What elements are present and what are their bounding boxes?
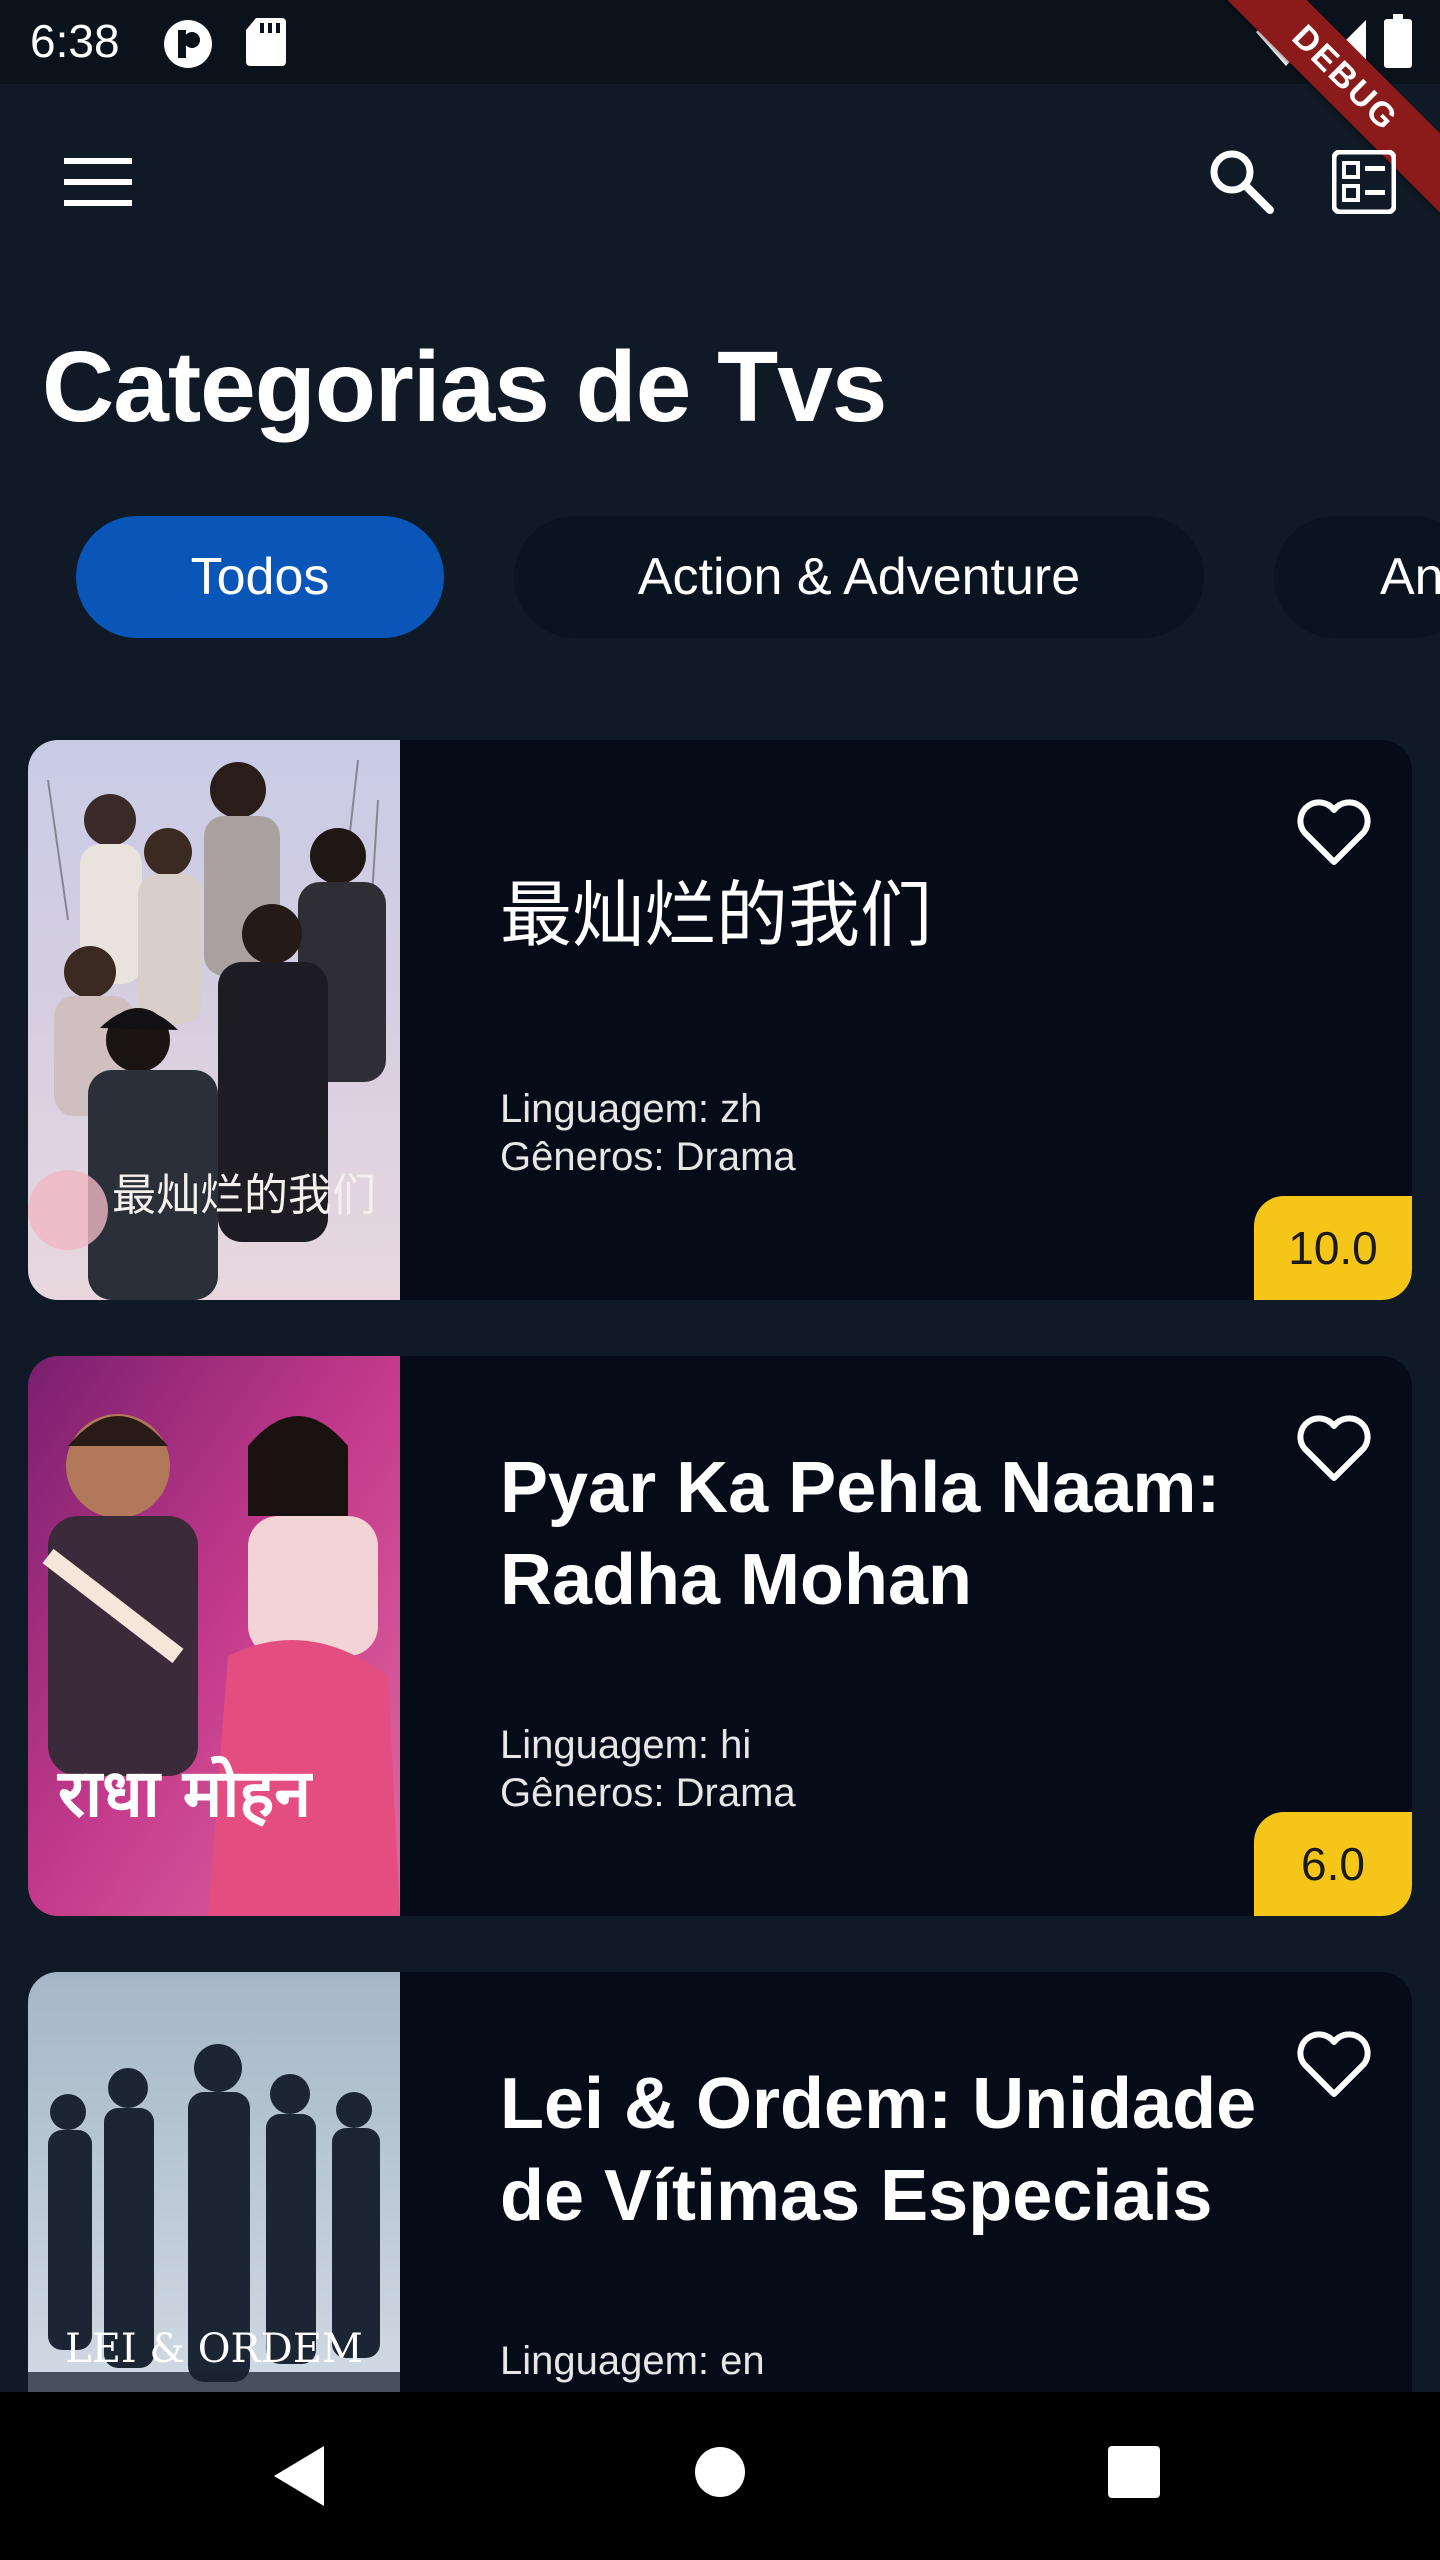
card-title: 最灿烂的我们 bbox=[500, 876, 933, 956]
poster-title-text: 最灿烂的我们 bbox=[112, 1170, 376, 1221]
system-nav-bar bbox=[0, 2392, 1440, 2560]
status-time: 6:38 bbox=[30, 15, 120, 67]
app-notification-icon bbox=[164, 20, 212, 68]
app-bar bbox=[0, 84, 1440, 274]
card-title: Lei & Ordem: Unidade de Vítimas Especiai… bbox=[500, 2064, 1257, 2236]
tv-card[interactable]: 最灿烂的我们 最灿烂的我们 Linguagem: zh Gêneros: Dra… bbox=[28, 740, 1412, 1300]
heart-icon[interactable] bbox=[1294, 1412, 1374, 1484]
list-view-icon[interactable] bbox=[1332, 150, 1396, 214]
sd-card-icon bbox=[246, 18, 286, 66]
category-chips: Todos Action & Adventure An bbox=[0, 516, 1440, 642]
heart-icon[interactable] bbox=[1294, 796, 1374, 868]
page-title: Categorias de Tvs bbox=[42, 331, 887, 443]
home-icon[interactable] bbox=[694, 2446, 746, 2498]
chip-todos[interactable]: Todos bbox=[76, 516, 444, 638]
chip-partial[interactable]: An bbox=[1274, 516, 1440, 638]
heart-icon[interactable] bbox=[1294, 2028, 1374, 2100]
card-genres: Gêneros: Drama bbox=[500, 1771, 796, 1815]
card-language: Linguagem: zh bbox=[500, 1087, 763, 1131]
tv-card[interactable]: राधा मोहन Pyar Ka Pehla Naam: Radha Moha… bbox=[28, 1356, 1412, 1916]
poster-image: राधा मोहन bbox=[28, 1356, 400, 1916]
menu-icon[interactable] bbox=[64, 156, 132, 208]
poster-title-text: राधा मोहन bbox=[56, 1754, 313, 1832]
chip-action-adventure[interactable]: Action & Adventure bbox=[514, 516, 1204, 638]
battery-icon bbox=[1384, 14, 1412, 68]
card-title: Pyar Ka Pehla Naam: Radha Mohan bbox=[500, 1448, 1221, 1620]
chip-partial-label: An bbox=[1380, 548, 1440, 606]
poster-image: 最灿烂的我们 bbox=[28, 740, 400, 1300]
poster-title-text: LEI & ORDEM bbox=[65, 2326, 363, 2372]
search-icon[interactable] bbox=[1208, 148, 1274, 214]
rating-badge: 10.0 bbox=[1254, 1196, 1412, 1300]
back-icon[interactable] bbox=[270, 2444, 330, 2508]
card-language: Linguagem: hi bbox=[500, 1723, 752, 1767]
card-genres: Gêneros: Drama bbox=[500, 1135, 796, 1179]
status-bar: 6:38 bbox=[0, 0, 1440, 84]
recents-icon[interactable] bbox=[1108, 2446, 1160, 2498]
rating-badge: 6.0 bbox=[1254, 1812, 1412, 1916]
card-language: Linguagem: en bbox=[500, 2339, 765, 2383]
